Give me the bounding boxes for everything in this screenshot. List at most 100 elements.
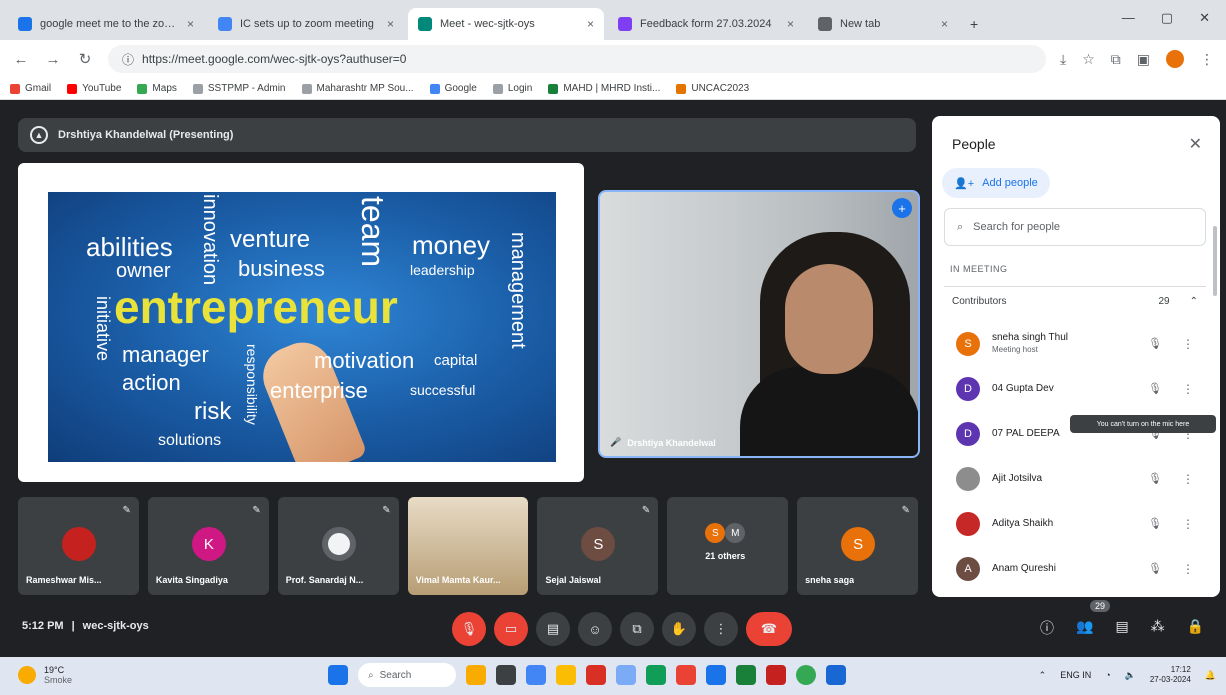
contributors-group[interactable]: Contributors 29 ⌃ [944,286,1206,316]
download-icon[interactable]: ⤓ [1060,51,1066,68]
bookmark-item[interactable]: UNCAC2023 [676,83,749,94]
browser-tab[interactable]: google meet me to the zoom × [8,8,204,40]
app-icon[interactable] [586,665,606,685]
add-people-button[interactable]: 👤+ Add people [942,168,1050,198]
list-item[interactable]: A Anam Qureshi 🎙 ⋮ [944,546,1206,591]
close-icon[interactable]: × [941,17,948,31]
store-icon[interactable] [706,665,726,685]
bookmark-item[interactable]: Google [429,83,477,94]
info-icon[interactable]: ⓘ [1040,618,1054,638]
bookmark-item[interactable]: Gmail [10,83,51,94]
people-search-input[interactable]: ⌕ Search for people [944,208,1206,246]
more-icon[interactable]: ⋮ [1182,517,1194,531]
folder-icon[interactable] [556,665,576,685]
minimize-icon[interactable]: — [1122,10,1135,26]
others-tile[interactable]: S M 21 others [667,497,789,595]
bookmark-item[interactable]: MAHD | MHRD Insti... [548,83,660,94]
app-icon[interactable] [826,665,846,685]
activities-icon[interactable]: ⁂ [1151,618,1165,638]
more-icon[interactable]: ⋮ [1182,562,1194,576]
shared-screen-tile[interactable]: abilities owner innovation venture busin… [18,163,584,482]
people-icon[interactable]: 👥 [1076,618,1093,638]
app-icon[interactable] [766,665,786,685]
language-indicator[interactable]: ENG IN [1060,670,1091,680]
bookmark-item[interactable]: YouTube [67,83,121,94]
list-item[interactable]: S sneha singh Thul Meeting host 🎙 ⋮ [944,321,1206,366]
close-icon[interactable]: × [587,17,594,31]
bookmark-item[interactable]: Maharashtr MP Sou... [301,83,414,94]
more-icon[interactable]: ⋮ [1182,337,1194,351]
leave-call-button[interactable]: ☎ [746,612,792,646]
more-icon[interactable]: ⋮ [1182,382,1194,396]
captions-button[interactable]: ▤ [536,612,570,646]
new-tab-button[interactable]: + [962,8,992,40]
participant-tile[interactable]: ✎ S sneha saga [797,497,919,595]
more-icon[interactable]: ⋮ [1182,472,1194,486]
reactions-button[interactable]: ☺ [578,612,612,646]
participant-tile[interactable]: ✎ Rameshwar Mis... [18,497,139,595]
back-icon[interactable]: ← [12,51,30,68]
mic-toggle-button[interactable]: 🎙 [452,612,486,646]
more-options-button[interactable]: ⋮ [704,612,738,646]
chrome-icon[interactable] [796,665,816,685]
participant-tile[interactable]: ✎ Prof. Sanardaj N... [277,497,399,595]
weather-widget[interactable]: 19°C Smoke [18,665,72,685]
mic-off-icon[interactable]: 🎙 [1148,382,1170,395]
forward-icon[interactable]: → [44,51,62,68]
volume-icon[interactable]: 🔈 [1125,670,1136,681]
present-button[interactable]: ⧉ [620,612,654,646]
list-item[interactable]: D 04 Gupta Dev 🎙 ⋮ [944,366,1206,411]
participant-tile[interactable]: ✎ K Kavita Singadiya [147,497,269,595]
close-icon[interactable]: × [187,17,194,31]
browser-tab[interactable]: IC sets up to zoom meeting × [208,8,404,40]
files-app-icon[interactable] [466,665,486,685]
mic-off-icon[interactable]: 🎙 [1148,337,1170,350]
profile-avatar[interactable] [1166,50,1184,68]
maximize-icon[interactable]: ▢ [1161,10,1173,26]
raise-hand-button[interactable]: ✋ [662,612,696,646]
extensions-icon[interactable]: ⧉ [1111,51,1121,68]
bookmark-item[interactable]: Login [492,83,532,94]
reload-icon[interactable]: ↻ [76,50,94,68]
edge-icon[interactable] [646,665,666,685]
chat-icon[interactable]: ▤ [1115,618,1128,638]
app-icon[interactable] [736,665,756,685]
host-controls-icon[interactable]: 🔒 [1187,618,1204,638]
participant-tile[interactable]: Vimal Mamta Kaur... [407,497,529,595]
close-icon[interactable]: × [387,17,394,31]
notification-icon[interactable]: 🔔 [1205,670,1216,681]
camera-toggle-button[interactable]: ▭ [494,612,528,646]
mic-off-icon[interactable]: 🎙 [1148,562,1170,575]
mic-off-icon[interactable]: 🎙 [1148,517,1170,530]
start-icon[interactable] [328,665,348,685]
browser-tab[interactable]: Feedback form 27.03.2024 × [608,8,804,40]
url-bar[interactable]: ⓘ https://meet.google.com/wec-sjtk-oys?a… [108,45,1046,73]
browser-tab[interactable]: New tab × [808,8,958,40]
app-icon[interactable] [616,665,636,685]
pin-icon[interactable]: + [892,198,912,218]
site-info-icon[interactable]: ⓘ [122,51,134,68]
close-icon[interactable]: × [787,17,794,31]
star-icon[interactable]: ☆ [1082,51,1095,68]
mic-off-icon[interactable]: 🎙 [1148,472,1170,485]
panel-scrollbar[interactable] [1213,226,1217,296]
list-item[interactable]: Aditya Shaikh 🎙 ⋮ [944,501,1206,546]
close-window-icon[interactable]: ✕ [1199,10,1210,26]
browser-tab-active[interactable]: Meet - wec-sjtk-oys × [408,8,604,40]
presenter-video-tile[interactable]: + 🎤 Drshtiya Khandelwal [598,190,920,458]
task-view-icon[interactable] [496,665,516,685]
bookmark-item[interactable]: SSTPMP - Admin [192,83,286,94]
participant-tile[interactable]: ✎ S Sejal Jaiswal [537,497,659,595]
chevron-up-icon[interactable]: ⌃ [1039,670,1047,681]
app-icon[interactable] [676,665,696,685]
wifi-icon[interactable]: ◔ [1105,670,1110,680]
chevron-up-icon[interactable]: ⌃ [1190,296,1198,307]
menu-icon[interactable]: ⋮ [1200,51,1214,68]
sidepanel-icon[interactable]: ▣ [1137,51,1150,68]
taskbar-search[interactable]: ⌕ Search [358,663,456,687]
close-icon[interactable]: ✕ [1189,134,1202,154]
list-item[interactable]: Ajit Jotsilva 🎙 ⋮ [944,456,1206,501]
chat-app-icon[interactable] [526,665,546,685]
clock[interactable]: 17:12 27-03-2024 [1150,665,1191,685]
bookmark-item[interactable]: Maps [137,83,177,94]
